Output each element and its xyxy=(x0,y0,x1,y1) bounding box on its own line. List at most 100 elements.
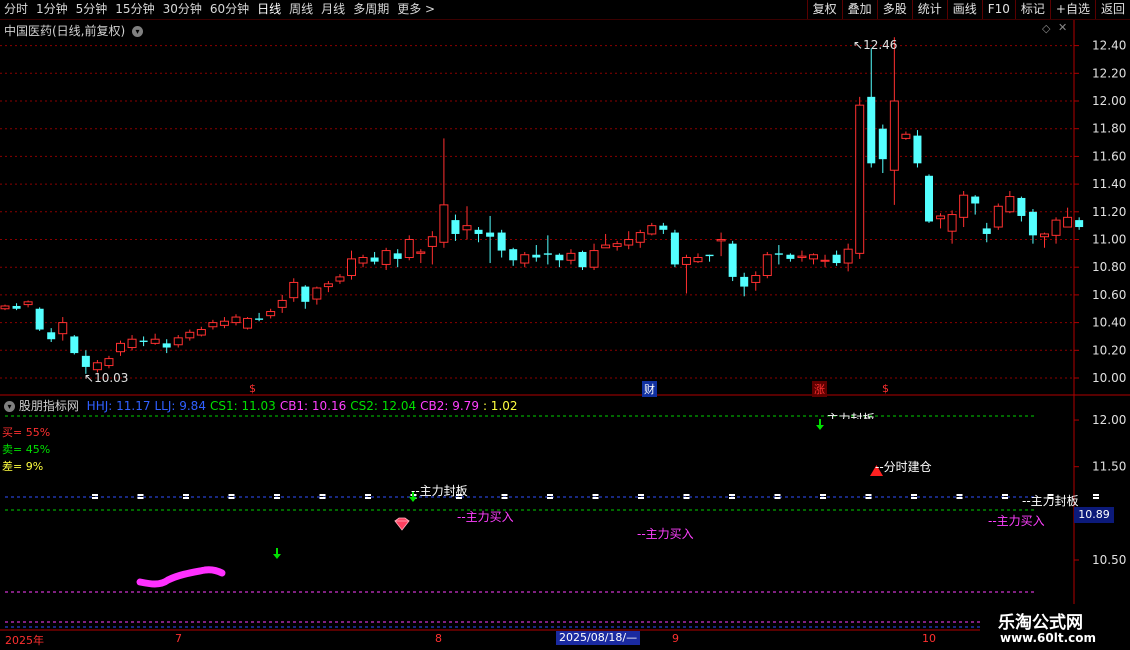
event-marker-dividend-2[interactable]: $ xyxy=(882,382,889,395)
candle-body xyxy=(196,329,206,336)
period-toolbar: 分时 1分钟 5分钟 15分钟 30分钟 60分钟 日线 周线 月线 多周期 更多 > 复权 叠加 多股… xyxy=(0,0,1130,20)
hhj-marker xyxy=(592,497,599,499)
period-tab[interactable]: 30分钟 xyxy=(159,0,206,19)
candle-body xyxy=(208,322,218,328)
period-tab[interactable]: 分时 xyxy=(0,0,32,19)
month-label: 8 xyxy=(435,632,442,645)
candle-body xyxy=(301,286,310,302)
indicator-value: CB2: 9.79 xyxy=(420,399,479,413)
period-tab[interactable]: 60分钟 xyxy=(206,0,253,19)
candle-body xyxy=(751,275,761,283)
toolbar-button[interactable]: 复权 xyxy=(806,0,842,19)
high-price-label: ↖12.46 xyxy=(853,38,898,52)
hhj-marker xyxy=(729,494,735,496)
period-tab[interactable]: 5分钟 xyxy=(72,0,112,19)
hhj-marker xyxy=(92,497,98,499)
candle-body xyxy=(127,338,137,349)
hhj-marker xyxy=(274,497,280,499)
candle-body xyxy=(0,305,10,310)
toolbar-button[interactable]: 标记 xyxy=(1014,0,1050,19)
diff-ratio: 差= 9% xyxy=(2,460,44,473)
chevron-down-icon[interactable]: ▾ xyxy=(132,26,144,37)
toolbar-button[interactable]: 统计 xyxy=(911,0,947,19)
hhj-marker xyxy=(319,497,326,499)
period-tabs: 分时 1分钟 5分钟 15分钟 30分钟 60分钟 日线 周线 月线 多周期 更多 > xyxy=(0,0,439,19)
toolbar-button[interactable]: +自选 xyxy=(1049,0,1095,19)
candle-body xyxy=(289,281,299,299)
chart-title: 中国医药(日线,前复权) ▾ xyxy=(4,22,144,39)
hhj-marker xyxy=(547,497,553,499)
candle-body xyxy=(92,362,102,371)
period-tab[interactable]: 多周期 xyxy=(349,0,393,19)
month-label: 10 xyxy=(922,632,936,645)
candle-body xyxy=(451,220,460,234)
candle-body xyxy=(659,225,668,230)
candle-body xyxy=(347,258,356,277)
period-tab[interactable]: 月线 xyxy=(317,0,349,19)
period-tab[interactable]: 周线 xyxy=(285,0,317,19)
candle-body xyxy=(762,254,772,277)
candle-body xyxy=(624,239,634,246)
indicator-value: CS2: 12.04 xyxy=(350,399,417,413)
price-tick-label: 10.20 xyxy=(1092,343,1126,357)
candle-body xyxy=(404,239,414,259)
hhj-marker xyxy=(501,497,508,499)
candle xyxy=(35,307,44,331)
watermark-title: 乐淘公式网 xyxy=(998,613,1083,633)
indicator-name[interactable]: 股朋指标网 xyxy=(19,399,79,413)
toolbar-button[interactable]: 画线 xyxy=(946,0,982,19)
buy-ratio: 买= 55% xyxy=(2,426,51,439)
signal-main-buy: --主力买入 xyxy=(637,527,694,541)
event-marker-limitup[interactable]: 涨 xyxy=(812,381,827,397)
candle-body xyxy=(462,225,472,231)
hhj-marker xyxy=(137,494,144,496)
candle-body xyxy=(832,254,841,264)
kline-chart[interactable]: 12.40 12.20 12.00 11.80 11.60 11.40 11.20 11.00… xyxy=(0,0,1130,650)
period-tab[interactable]: 更多 > xyxy=(393,0,439,19)
toolbar-button[interactable]: 返回 xyxy=(1094,0,1130,19)
candle-body xyxy=(925,175,933,222)
candle-body xyxy=(901,133,911,139)
candle-body xyxy=(173,337,183,346)
period-tab[interactable]: 1分钟 xyxy=(32,0,72,19)
toolbar-button[interactable]: 叠加 xyxy=(841,0,877,19)
candle-body xyxy=(381,250,391,265)
candle-body xyxy=(543,253,552,255)
candle-body xyxy=(1028,211,1037,236)
indicator-value: LLJ: 9.84 xyxy=(154,399,206,413)
candle-body xyxy=(139,340,148,342)
candle-body xyxy=(486,232,495,237)
candle-body xyxy=(439,204,449,243)
diamond-icon[interactable]: ◇ xyxy=(1042,22,1050,35)
toolbar-button[interactable]: F10 xyxy=(981,0,1015,19)
candle-body xyxy=(1017,197,1026,216)
chevron-down-icon[interactable]: ▾ xyxy=(4,401,15,412)
sell-ratio: 卖= 45% xyxy=(2,443,51,456)
candle-body xyxy=(312,287,322,300)
candle xyxy=(70,335,79,355)
event-marker-finance[interactable]: 财 xyxy=(642,381,657,397)
hhj-marker xyxy=(137,497,144,499)
event-marker-dividend[interactable]: $ xyxy=(249,382,256,395)
period-tab[interactable]: 15分钟 xyxy=(111,0,158,19)
candle xyxy=(913,130,922,168)
candle-body xyxy=(867,96,876,164)
month-label: 7 xyxy=(175,632,182,645)
signal-main-buy: --主力买入 xyxy=(457,510,514,524)
indicator-header: ▾ 股朋指标网 HHJ: 11.17 LLJ: 9.84 CS1: 11.03 CB1… xyxy=(4,397,518,414)
indicator-tick-label: 10.50 xyxy=(1092,553,1126,567)
candle-body xyxy=(70,336,79,354)
candle-body xyxy=(681,257,691,265)
close-icon[interactable]: ✕ xyxy=(1058,21,1067,34)
candle xyxy=(925,174,933,223)
candle-body xyxy=(1040,233,1049,238)
candle-body xyxy=(335,276,345,282)
candle xyxy=(855,96,865,259)
toolbar-button[interactable]: 多股 xyxy=(876,0,912,19)
candle-body xyxy=(601,244,611,249)
period-tab[interactable]: 日线 xyxy=(253,0,285,19)
hhj-marker xyxy=(183,497,189,499)
hhj-marker xyxy=(820,494,826,496)
candle-body xyxy=(47,332,56,340)
candle-body xyxy=(647,225,657,235)
